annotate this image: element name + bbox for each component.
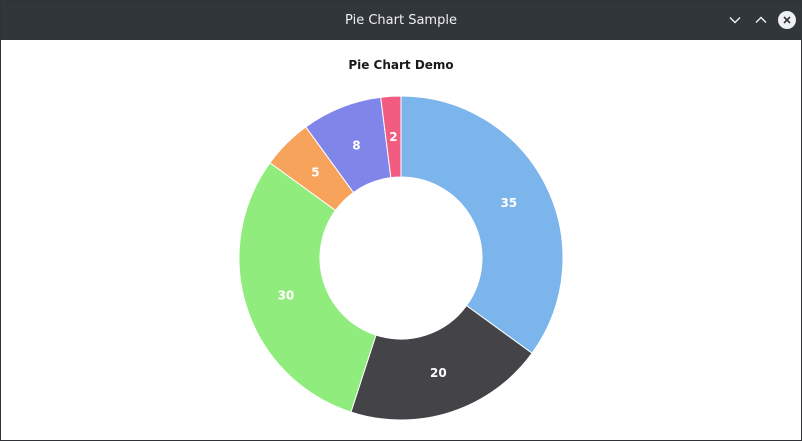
slice-value-label: 20 bbox=[430, 366, 447, 380]
slice-value-label: 35 bbox=[500, 196, 517, 210]
slice-value-label: 30 bbox=[278, 288, 295, 302]
slice-value-label: 2 bbox=[389, 130, 397, 144]
app-window: Pie Chart Sample Pie Chart Demo 35 20 30 5 8… bbox=[0, 0, 802, 441]
title-bar[interactable]: Pie Chart Sample bbox=[1, 1, 801, 40]
close-button[interactable] bbox=[777, 10, 797, 30]
close-icon bbox=[778, 11, 796, 29]
window-title: Pie Chart Sample bbox=[345, 13, 457, 28]
slice-value-label: 5 bbox=[311, 165, 319, 179]
chevron-down-icon bbox=[729, 17, 741, 24]
chart-area: Pie Chart Demo 35 20 30 5 8 2 bbox=[1, 40, 801, 440]
maximize-button[interactable] bbox=[751, 10, 771, 30]
pie-slice[interactable] bbox=[400, 95, 564, 354]
donut-chart: 35 20 30 5 8 2 bbox=[238, 95, 564, 421]
minimize-button[interactable] bbox=[725, 10, 745, 30]
chevron-up-icon bbox=[755, 16, 767, 23]
pie-slice[interactable] bbox=[238, 162, 377, 413]
slice-value-label: 8 bbox=[352, 138, 360, 152]
